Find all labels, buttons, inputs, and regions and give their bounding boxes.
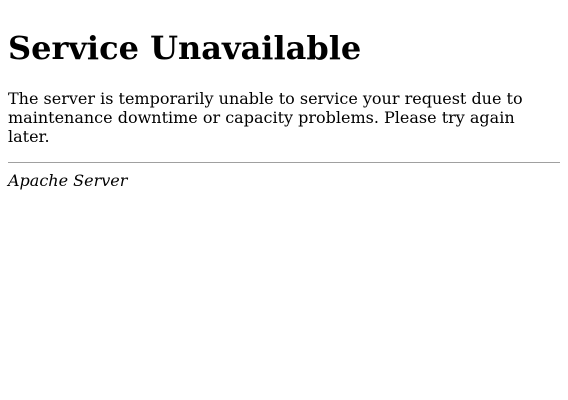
error-page: Service Unavailable The server is tempor… bbox=[0, 0, 568, 198]
divider bbox=[8, 162, 560, 164]
error-message: The server is temporarily unable to serv… bbox=[8, 88, 523, 147]
server-signature: Apache Server bbox=[8, 171, 128, 191]
error-title: Service Unavailable bbox=[8, 29, 362, 68]
